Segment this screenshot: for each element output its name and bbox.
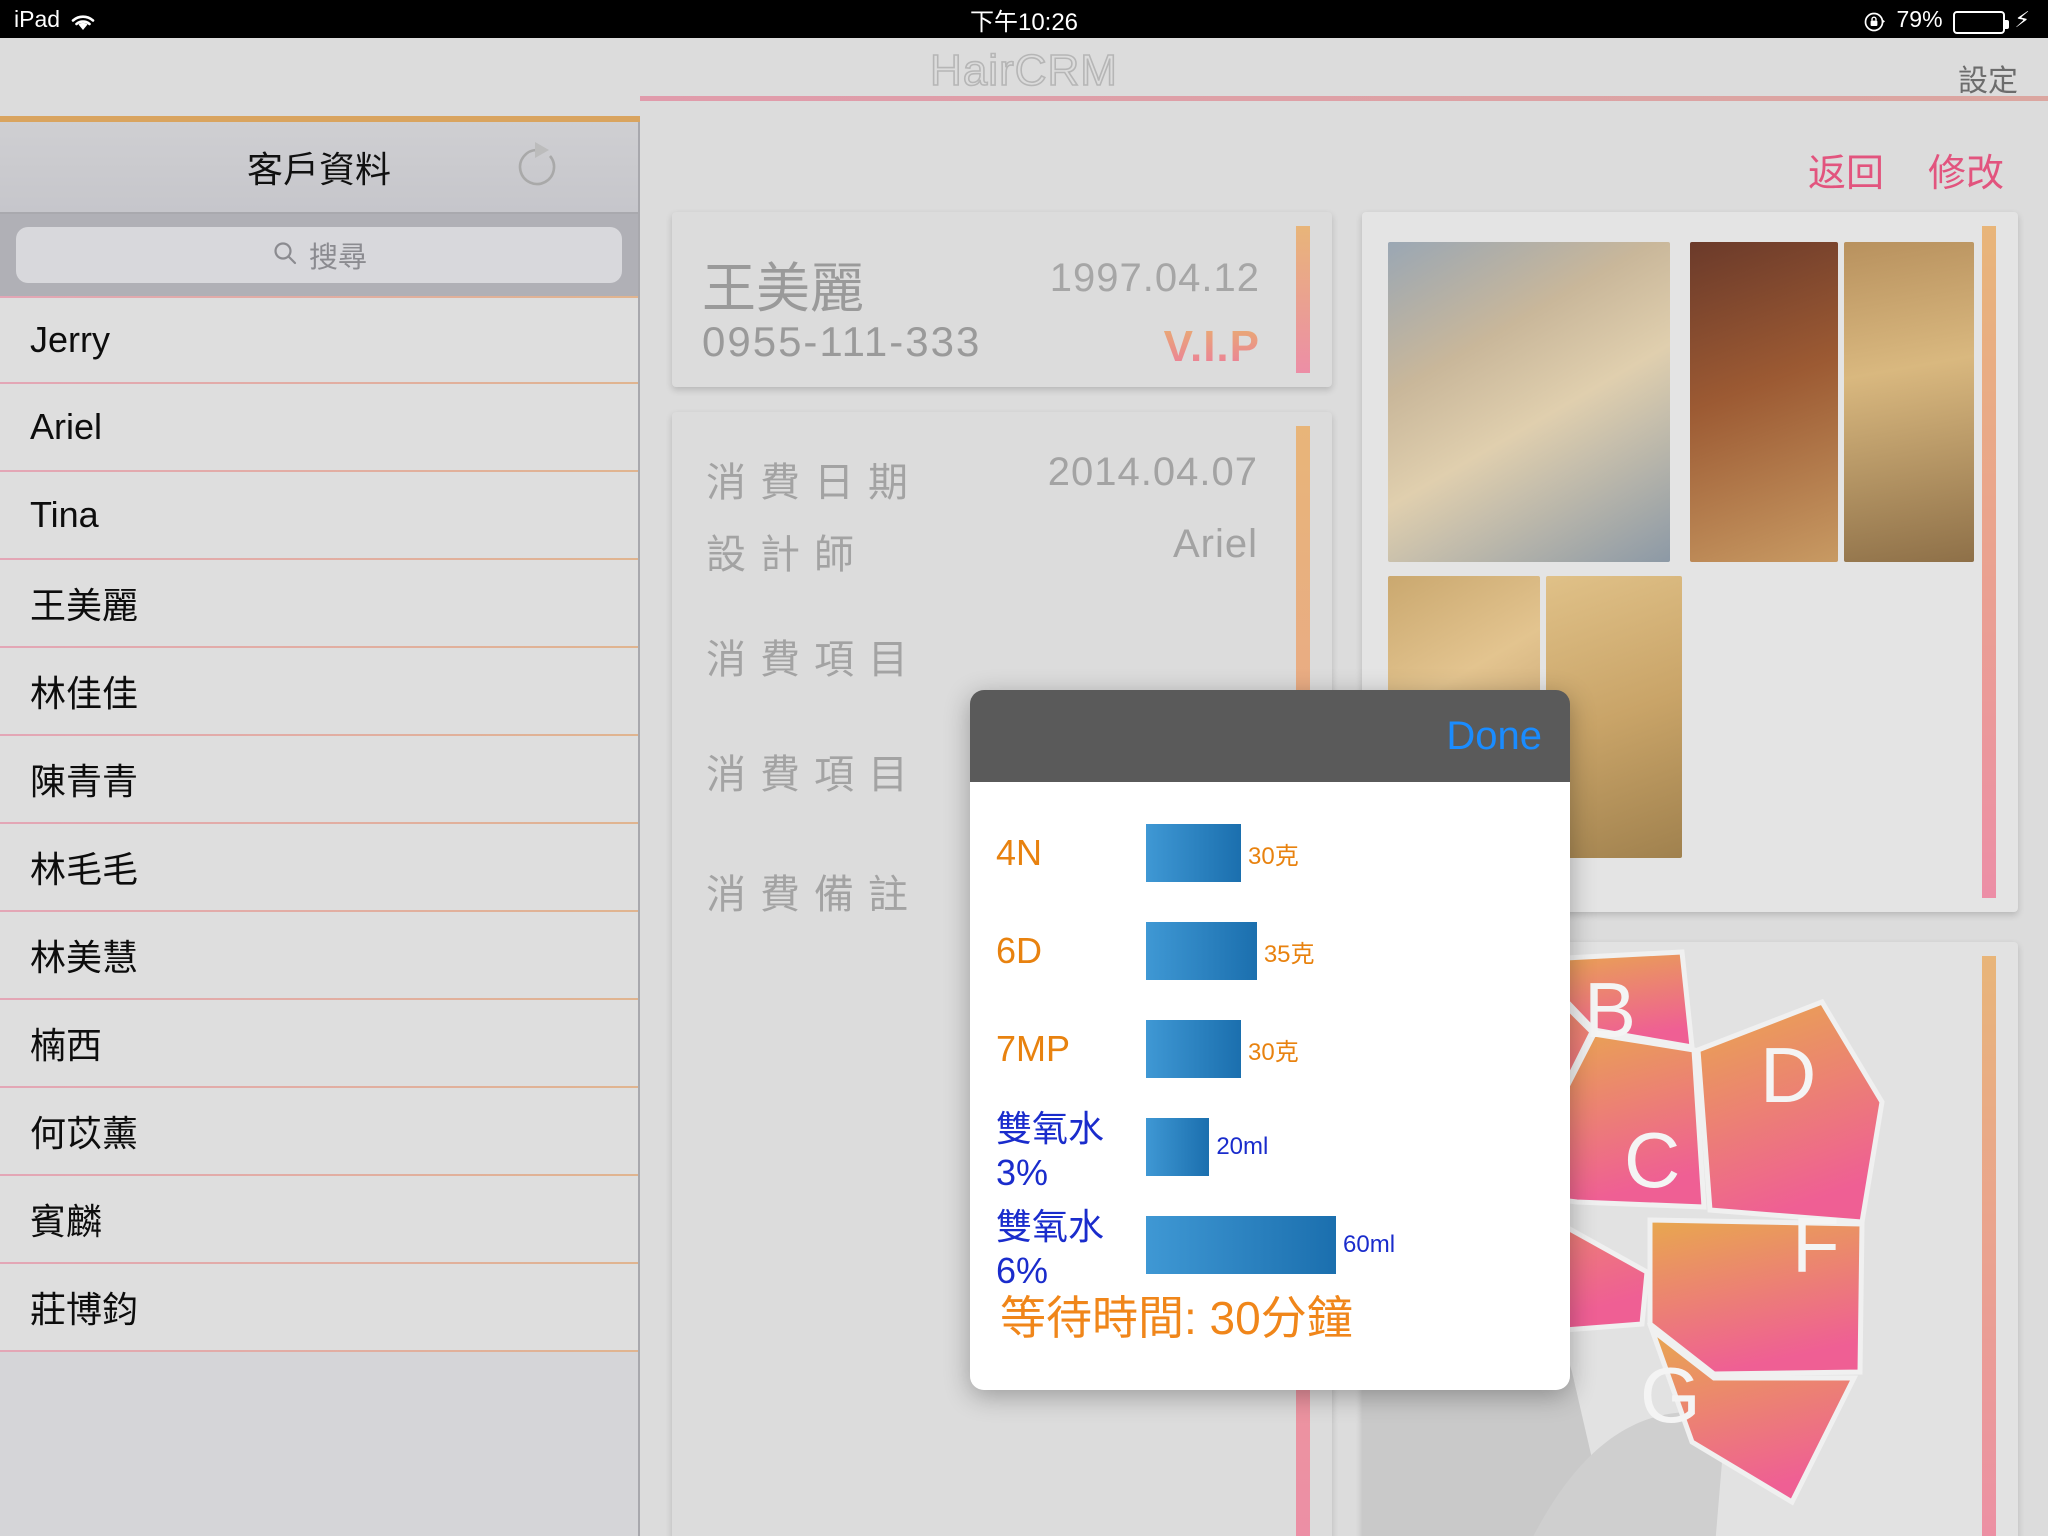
record-row: 消費日期	[706, 450, 922, 508]
done-button[interactable]: Done	[1446, 714, 1542, 759]
formula-amount: 30克	[1248, 1038, 1299, 1066]
sidebar-title: 客戶資料	[246, 149, 391, 190]
formula-row: 6D 35克	[970, 902, 1570, 1000]
battery-icon	[1952, 10, 2009, 34]
formula-row: 7MP 30克	[970, 1000, 1570, 1098]
customer-birthdate: 1997.04.12	[1049, 256, 1260, 300]
app-root: iPad 下午10:26 79% ⚡ HairCRM 設定 客戶資料 搜尋 Je…	[0, 0, 2048, 1536]
formula-amount: 20ml	[1216, 1133, 1269, 1160]
formula-name: 4N	[996, 832, 1043, 873]
record-row-label: 消費備註	[706, 873, 922, 917]
customer-profile-card[interactable]: 王美麗 0955-111-333 1997.04.12 V.I.P	[672, 212, 1332, 387]
customer-list-item[interactable]: 莊博鈞	[0, 1264, 638, 1352]
customer-list-item[interactable]: 林美慧	[0, 912, 638, 1000]
formula-name: 7MP	[996, 1028, 1071, 1069]
record-row-label: 消費項目	[706, 753, 922, 797]
formula-amount: 30克	[1248, 842, 1299, 870]
customer-list: Jerry Ariel Tina 王美麗 林佳佳 陳青青 林毛毛 林美慧 楠西 何苡薰 賓麟 莊博鈞	[0, 296, 638, 1352]
customer-list-item[interactable]: Ariel	[0, 384, 638, 472]
status-bar-clock: 下午10:26	[969, 8, 1079, 36]
zone-label-C: C	[1624, 1116, 1680, 1204]
app-header: HairCRM 設定	[0, 38, 2048, 98]
customer-list-item[interactable]: Tina	[0, 472, 638, 560]
back-button[interactable]: 返回	[1808, 142, 1884, 197]
search-icon	[271, 239, 299, 272]
wait-time-label: 等待時間: 30分鐘	[1000, 1292, 1353, 1344]
status-bar: iPad 下午10:26 79% ⚡	[0, 0, 2048, 38]
formula-name: 雙氧水3%	[996, 1108, 1105, 1193]
formula-bar	[1146, 1118, 1210, 1176]
zone-label-G: G	[1640, 1351, 1701, 1439]
refresh-icon[interactable]	[508, 138, 566, 196]
record-row: 消費項目	[706, 627, 922, 685]
customer-list-item[interactable]: 林佳佳	[0, 648, 638, 736]
record-row-label: 消費項目	[706, 638, 922, 682]
formula-amount: 60ml	[1343, 1231, 1396, 1258]
sidebar-header: 客戶資料	[0, 122, 638, 214]
hairstyle-photo[interactable]	[1690, 242, 1838, 562]
customer-phone: 0955-111-333	[702, 318, 982, 365]
zone-label-F: F	[1792, 1201, 1840, 1289]
formula-bar	[1146, 1216, 1336, 1274]
app-title: HairCRM	[929, 45, 1118, 96]
hair-color-formula-modal[interactable]: Done 4N 30克 6D 35克 7MP 30克雙氧水3% 20ml 雙氧水6% 60ml …	[970, 690, 1570, 1390]
customer-list-item[interactable]: 楠西	[0, 1000, 638, 1088]
customer-list-item[interactable]: 林毛毛	[0, 824, 638, 912]
settings-button[interactable]: 設定	[1958, 56, 2018, 100]
main-action-bar: 返回 修改	[1808, 142, 2004, 197]
formula-bar-chart: 4N 30克 6D 35克 7MP 30克雙氧水3% 20ml 雙氧水6% 60ml	[970, 804, 1570, 1294]
card-accent-bar	[1296, 226, 1310, 373]
header-divider	[640, 96, 2048, 101]
customer-list-item[interactable]: 賓麟	[0, 1176, 638, 1264]
formula-row: 雙氧水3% 20ml	[970, 1098, 1570, 1196]
formula-name: 雙氧水6%	[996, 1206, 1105, 1291]
status-bar-right: 79% ⚡	[1863, 5, 2030, 34]
search-input[interactable]: 搜尋	[16, 227, 622, 283]
customer-name: 王美麗	[702, 259, 864, 319]
customer-sidebar: 客戶資料 搜尋 Jerry Ariel Tina 王美麗 林佳佳 陳青青 林毛毛 林美慧	[0, 122, 640, 1536]
record-row: 設計師	[706, 522, 868, 580]
formula-amount: 35克	[1263, 940, 1315, 968]
customer-list-item[interactable]: Jerry	[0, 296, 638, 384]
card-accent-bar	[1982, 956, 1996, 1536]
zone-label-B: B	[1584, 966, 1636, 1054]
formula-name: 6D	[996, 930, 1043, 971]
card-accent-bar	[1982, 226, 1996, 898]
modal-body: 4N 30克 6D 35克 7MP 30克雙氧水3% 20ml 雙氧水6% 60ml 等待時間:…	[970, 782, 1570, 1390]
record-row-label: 消費日期	[706, 461, 922, 505]
formula-row: 雙氧水6% 60ml	[970, 1196, 1570, 1294]
hairstyle-photo[interactable]	[1388, 242, 1670, 562]
modal-header: Done	[970, 690, 1570, 782]
battery-percent-label: 79%	[1896, 5, 1943, 32]
search-placeholder: 搜尋	[308, 242, 367, 274]
record-row-value: 2014.04.07	[1047, 450, 1258, 494]
customer-list-item[interactable]: 王美麗	[0, 560, 638, 648]
vip-badge: V.I.P	[1163, 322, 1260, 371]
formula-row: 4N 30克	[970, 804, 1570, 902]
customer-list-item[interactable]: 陳青青	[0, 736, 638, 824]
formula-bar	[1146, 824, 1241, 882]
customer-list-item[interactable]: 何苡薰	[0, 1088, 638, 1176]
zone-label-D: D	[1760, 1031, 1816, 1119]
edit-button[interactable]: 修改	[1928, 142, 2004, 197]
search-bar: 搜尋	[0, 214, 638, 296]
record-row-value: Ariel	[1172, 522, 1258, 566]
hairstyle-photo[interactable]	[1844, 242, 1974, 562]
record-row: 消費項目	[706, 742, 922, 800]
formula-bar	[1146, 1020, 1241, 1078]
formula-bar	[1146, 922, 1257, 980]
rotation-lock-icon	[1863, 10, 1887, 34]
lightning-bolt-icon: ⚡	[2014, 7, 2030, 32]
record-row-label: 設計師	[706, 533, 868, 577]
record-row: 消費備註	[706, 862, 922, 920]
